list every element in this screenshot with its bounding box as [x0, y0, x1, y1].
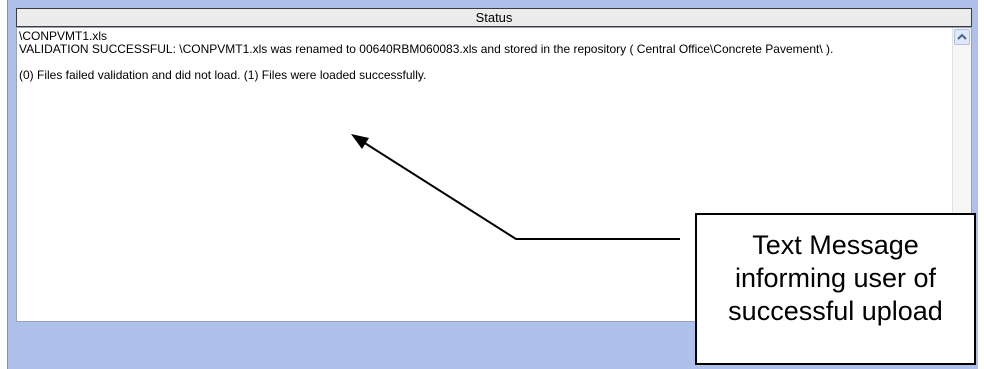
annotation-callout-box: Text Message informing user of successfu…: [695, 213, 976, 365]
status-line-validation: VALIDATION SUCCESSFUL: \CONPVMT1.xls was…: [19, 42, 834, 56]
status-header: Status: [16, 8, 972, 27]
callout-line-3: successful upload: [728, 296, 943, 326]
callout-line-2: informing user of: [734, 263, 937, 293]
chevron-up-icon: [957, 33, 967, 40]
status-line-summary: (0) Files failed validation and did not …: [19, 68, 427, 82]
callout-line-1: Text Message: [752, 230, 919, 260]
status-message-text: \CONPVMT1.xls VALIDATION SUCCESSFUL: \CO…: [19, 30, 944, 82]
scroll-up-button[interactable]: [954, 29, 970, 45]
